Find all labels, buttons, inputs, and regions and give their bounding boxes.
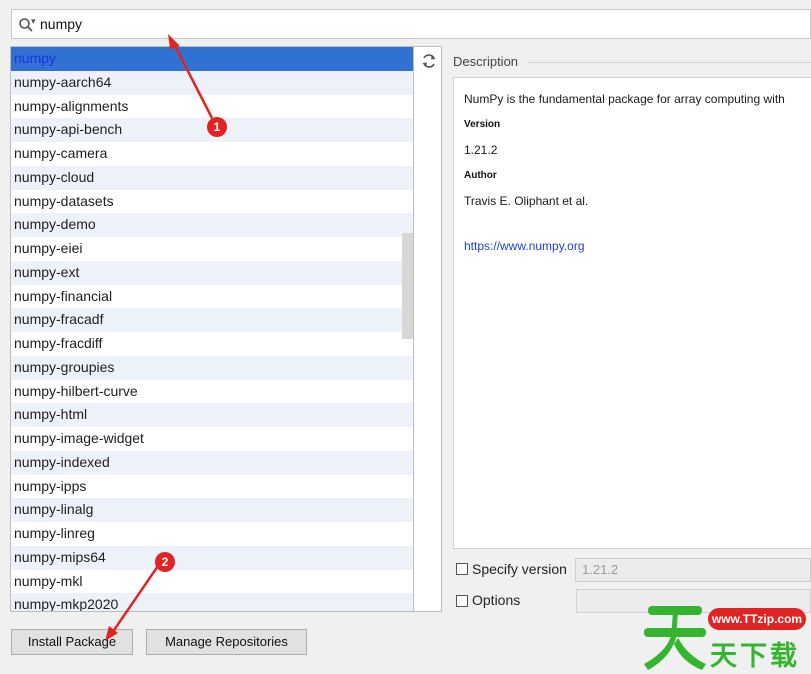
package-row[interactable]: numpy-eiei (11, 237, 413, 261)
options-label: Options (472, 592, 521, 608)
package-row[interactable]: numpy-demo (11, 213, 413, 237)
description-header: Description (453, 54, 519, 69)
search-bar[interactable]: ▾ (11, 9, 811, 39)
package-row[interactable]: numpy-groupies (11, 355, 413, 380)
description-divider (528, 62, 811, 63)
search-input[interactable] (40, 14, 740, 34)
manage-repositories-button[interactable]: Manage Repositories (146, 629, 307, 655)
description-panel: NumPy is the fundamental package for arr… (453, 77, 811, 549)
package-row[interactable]: numpy (11, 47, 413, 71)
package-row[interactable]: numpy-ipps (11, 474, 413, 499)
package-row[interactable]: numpy-datasets (11, 189, 413, 214)
author-heading: Author (464, 170, 497, 181)
homepage-link[interactable]: https://www.numpy.org (464, 239, 585, 253)
annotation-badge-1: 1 (207, 117, 227, 137)
watermark-logo: www.TTzip.com 天下载 (640, 600, 811, 674)
package-row[interactable]: numpy-image-widget (11, 427, 413, 451)
specify-version-checkbox[interactable] (456, 563, 468, 575)
package-summary: NumPy is the fundamental package for arr… (464, 92, 785, 106)
watermark-url: www.TTzip.com (708, 608, 806, 630)
package-row[interactable]: numpy-alignments (11, 94, 413, 119)
list-side-toolbar (414, 46, 442, 612)
specify-version-label: Specify version (472, 561, 567, 577)
chevron-down-icon[interactable]: ▾ (31, 16, 36, 27)
package-row[interactable]: numpy-fracadf (11, 308, 413, 332)
package-row[interactable]: numpy-fracdiff (11, 332, 413, 356)
package-row[interactable]: numpy-camera (11, 142, 413, 166)
package-row[interactable]: numpy-financial (11, 284, 413, 309)
annotation-badge-2: 2 (155, 552, 175, 572)
watermark-text: 天下载 (710, 641, 800, 672)
package-row[interactable]: numpy-hilbert-curve (11, 379, 413, 404)
version-field[interactable]: 1.21.2 (575, 558, 811, 582)
list-scrollbar-thumb[interactable] (402, 233, 413, 339)
package-row[interactable]: numpy-mips64 (11, 545, 413, 570)
refresh-icon[interactable] (420, 52, 438, 70)
package-row[interactable]: numpy-linreg (11, 522, 413, 546)
package-row[interactable]: numpy-html (11, 403, 413, 427)
package-row[interactable]: numpy-cloud (11, 165, 413, 190)
package-row[interactable]: numpy-ext (11, 260, 413, 285)
options-checkbox[interactable] (456, 595, 468, 607)
version-heading: Version (464, 119, 501, 130)
package-row[interactable]: numpy-mkp2020 (11, 593, 413, 611)
version-value: 1.21.2 (464, 143, 498, 157)
install-package-button[interactable]: Install Package (11, 629, 133, 655)
package-row[interactable]: numpy-aarch64 (11, 70, 413, 95)
tian-logo-icon (644, 606, 706, 670)
author-value: Travis E. Oliphant et al. (464, 194, 589, 208)
package-row[interactable]: numpy-indexed (11, 450, 413, 475)
package-row[interactable]: numpy-linalg (11, 498, 413, 522)
package-row[interactable]: numpy-mkl (11, 569, 413, 594)
